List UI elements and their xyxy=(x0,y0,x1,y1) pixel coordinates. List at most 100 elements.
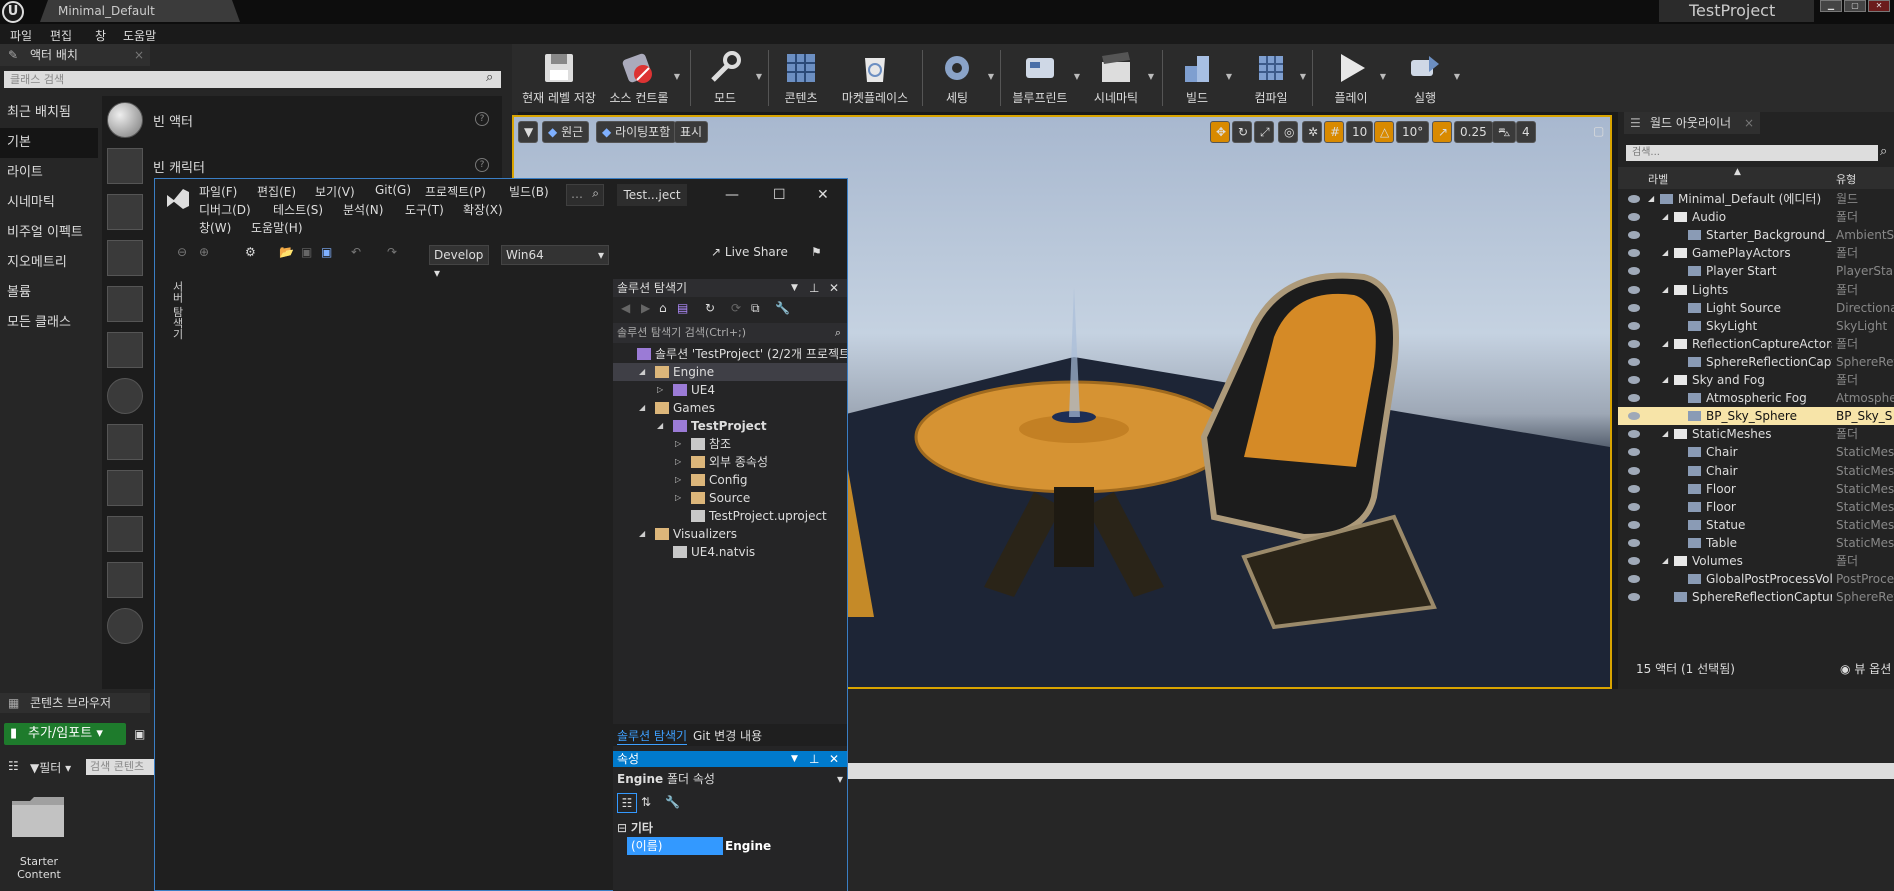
solution-tree-item[interactable]: 솔루션 'TestProject' (2/2개 프로젝트 xyxy=(613,345,847,363)
rotation-snap-value[interactable]: 10° xyxy=(1396,121,1430,143)
column-type[interactable]: 유형 xyxy=(1836,171,1856,187)
properties-icon[interactable]: 🔧 xyxy=(775,301,790,315)
save-all-icon[interactable]: ▣ xyxy=(321,245,332,259)
surface-snap-icon[interactable]: ✲ xyxy=(1302,121,1322,143)
category-visual-effects[interactable]: 비주얼 이펙트 xyxy=(0,218,98,248)
solution-tree-item[interactable]: ▷ 외부 종속성 xyxy=(613,453,847,471)
outliner-row[interactable]: Chair StaticMesh xyxy=(1618,462,1894,480)
category-cinematic[interactable]: 시네마틱 xyxy=(0,188,98,218)
outliner-row[interactable]: Starter_Background_Cu AmbientSo xyxy=(1618,226,1894,244)
menu-window[interactable]: 창 xyxy=(95,27,106,44)
close-icon[interactable]: ✕ xyxy=(829,279,839,297)
close-icon[interactable]: × xyxy=(1744,112,1754,134)
chevron-down-icon[interactable]: ▼ xyxy=(1148,72,1154,81)
visibility-eye-icon[interactable] xyxy=(1628,267,1640,276)
visibility-eye-icon[interactable] xyxy=(1628,195,1640,203)
content-button[interactable]: 콘텐츠 xyxy=(768,48,834,108)
forward-icon[interactable]: ▶ xyxy=(641,301,650,315)
pin-icon[interactable]: ⊥ xyxy=(809,751,819,767)
solution-tree-item[interactable]: ▷ 참조 xyxy=(613,435,847,453)
solution-tree-item[interactable]: ▷ UE4 xyxy=(613,381,847,399)
view-options-button[interactable]: ◉ 뷰 옵션 xyxy=(1840,660,1891,677)
visibility-eye-icon[interactable] xyxy=(1628,484,1640,493)
visibility-eye-icon[interactable] xyxy=(1628,520,1640,529)
collapse-icon[interactable]: ◢ xyxy=(657,417,663,435)
maximize-icon[interactable]: ▢ xyxy=(1844,0,1866,12)
categorized-icon[interactable]: ☷ xyxy=(617,793,637,813)
menu-help[interactable]: 도움말 xyxy=(123,27,156,44)
search-icon[interactable]: ⌕ xyxy=(486,70,493,85)
collapse-all-icon[interactable]: ⧉ xyxy=(751,301,760,316)
expand-icon[interactable]: ▷ xyxy=(675,471,681,489)
property-pages-icon[interactable]: 🔧 xyxy=(665,795,680,809)
collapse-icon[interactable]: ◢ xyxy=(639,525,645,543)
save-icon[interactable]: ▣ xyxy=(301,245,312,259)
outliner-row[interactable]: ◢ GamePlayActors 폴더 xyxy=(1618,244,1894,262)
visibility-eye-icon[interactable] xyxy=(1628,448,1640,457)
menu-edit[interactable]: 편집 xyxy=(50,27,72,44)
content-search-input[interactable]: 검색 콘텐츠 xyxy=(86,759,154,775)
visibility-eye-icon[interactable] xyxy=(1628,430,1640,439)
category-geometry[interactable]: 지오메트리 xyxy=(0,248,98,278)
visibility-eye-icon[interactable] xyxy=(1628,557,1640,565)
expand-icon[interactable]: ▷ xyxy=(675,453,681,471)
settings-button[interactable]: 세팅 ▼ xyxy=(922,48,994,108)
live-share-button[interactable]: ↗ Live Share xyxy=(711,245,788,259)
outliner-row[interactable]: ◢ Audio 폴더 xyxy=(1618,208,1894,226)
build-button[interactable]: 빌드 ▼ xyxy=(1164,48,1232,108)
close-icon[interactable]: ✕ xyxy=(829,751,839,767)
play-button[interactable]: 플레이 ▼ xyxy=(1318,48,1386,108)
grid-snap-icon[interactable]: # xyxy=(1324,121,1344,143)
chevron-down-icon[interactable]: ▼ xyxy=(1454,72,1460,81)
translate-icon[interactable]: ✥ xyxy=(1210,121,1230,143)
camera-speed-icon[interactable]: ⛍ xyxy=(1492,121,1516,143)
platform-select[interactable]: Win64 ▾ xyxy=(501,245,609,265)
scale-snap-icon[interactable]: ↗ xyxy=(1432,121,1452,143)
chevron-down-icon[interactable]: ▼ xyxy=(674,72,680,81)
visibility-eye-icon[interactable] xyxy=(1628,321,1640,330)
vs-menu-debug[interactable]: 디버그(D) xyxy=(199,201,251,218)
solution-tree-item[interactable]: ▷ Config xyxy=(613,471,847,489)
menu-file[interactable]: 파일 xyxy=(10,27,32,44)
vs-maximize-icon[interactable]: ☐ xyxy=(773,187,786,203)
outliner-row[interactable]: Statue StaticMesh xyxy=(1618,516,1894,534)
expand-icon[interactable]: ◢ xyxy=(1662,371,1668,389)
vs-menu-edit[interactable]: 편집(E) xyxy=(257,183,296,200)
outliner-row[interactable]: Player Start PlayerStart xyxy=(1618,262,1894,280)
help-icon[interactable]: ? xyxy=(475,158,489,172)
scale-snap-value[interactable]: 0.25 xyxy=(1454,121,1493,143)
vs-menu-git[interactable]: Git(G) xyxy=(375,183,411,197)
solution-tree-item[interactable]: TestProject.uproject xyxy=(613,507,847,525)
content-search-bar[interactable] xyxy=(845,763,1894,779)
cinematics-button[interactable]: 시네마틱 ▼ xyxy=(1080,48,1154,108)
server-explorer-tab[interactable]: 서버 탐색기 xyxy=(169,281,185,340)
redo-icon[interactable]: ↷ xyxy=(387,245,397,259)
outliner-search-input[interactable]: 검색... xyxy=(1626,145,1878,161)
visibility-eye-icon[interactable] xyxy=(1628,538,1640,547)
switch-views-icon[interactable]: ▤ xyxy=(677,301,688,315)
maximize-viewport-icon[interactable]: ▢ xyxy=(1588,121,1606,143)
solution-search-input[interactable]: 솔루션 탐색기 검색(Ctrl+;) ⌕ xyxy=(613,323,847,343)
solution-tree-item[interactable]: ▷ Source xyxy=(613,489,847,507)
back-icon[interactable]: ⊖ xyxy=(177,245,187,259)
column-label[interactable]: 라벨 xyxy=(1648,171,1668,187)
category-volumes[interactable]: 볼륨 xyxy=(0,278,98,308)
vs-menu-tools[interactable]: 도구(T) xyxy=(405,201,444,218)
outliner-row[interactable]: ◢ Lights 폴더 xyxy=(1618,281,1894,299)
chevron-down-icon[interactable]: ▼ xyxy=(756,72,762,81)
solution-tree-item[interactable]: ◢ Engine xyxy=(613,363,847,381)
outliner-row[interactable]: SkyLight SkyLight xyxy=(1618,317,1894,335)
visibility-eye-icon[interactable] xyxy=(1628,303,1640,312)
save-icon[interactable]: ▣ xyxy=(134,727,145,741)
property-name-key[interactable]: (이름) xyxy=(627,837,723,855)
add-import-button[interactable]: ▮ 추가/임포트 ▾ xyxy=(4,723,126,745)
rotate-icon[interactable]: ↻ xyxy=(1232,121,1252,143)
collapse-icon[interactable]: ◢ xyxy=(639,399,645,417)
help-icon[interactable]: ? xyxy=(475,112,489,126)
minimize-icon[interactable]: ▁ xyxy=(1820,0,1842,12)
visibility-eye-icon[interactable] xyxy=(1628,412,1640,421)
search-icon[interactable]: ⌕ xyxy=(1880,144,1887,159)
expand-icon[interactable]: ◢ xyxy=(1648,190,1654,208)
outliner-row[interactable]: ◢ Volumes 폴더 xyxy=(1618,552,1894,570)
outliner-row[interactable]: Table StaticMesh xyxy=(1618,534,1894,552)
